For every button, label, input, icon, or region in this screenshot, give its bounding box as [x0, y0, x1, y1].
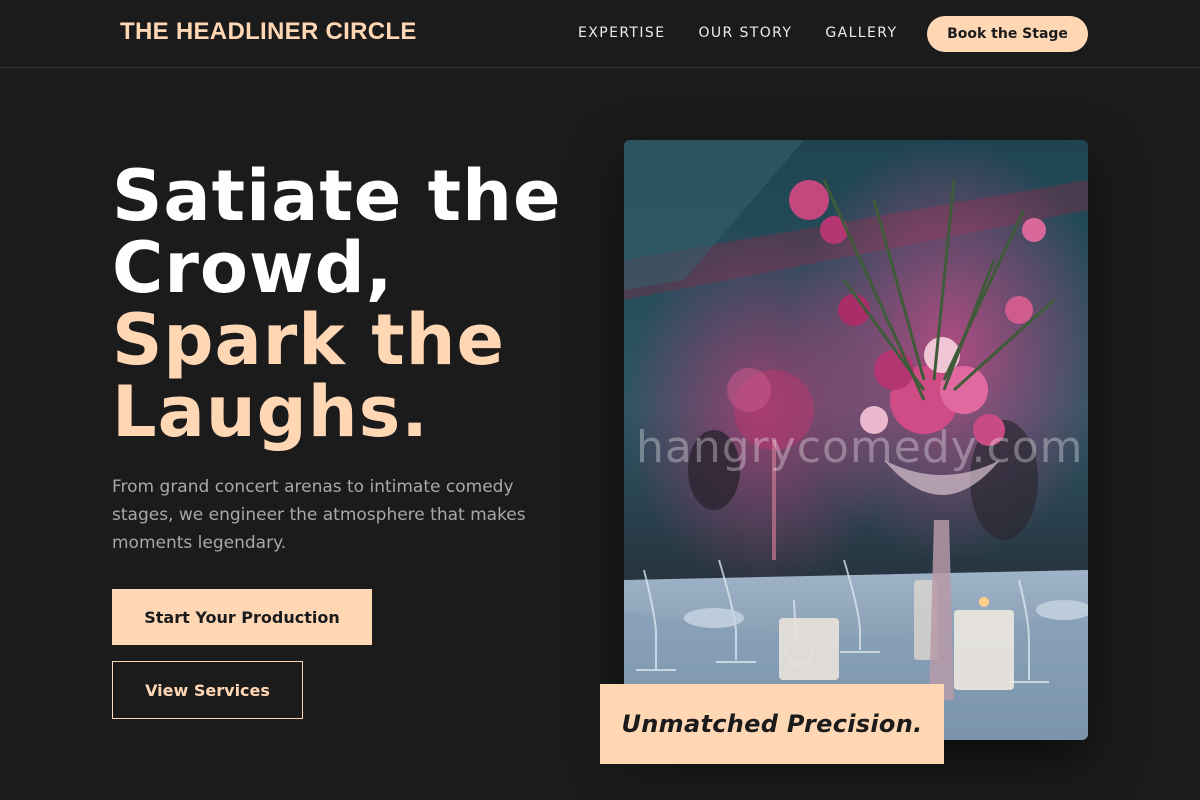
hero-headline: Satiate the Crowd, Spark the Laughs.: [112, 160, 592, 448]
top-navigation: THE HEADLINER CIRCLE EXPERTISE OUR STORY…: [0, 0, 1200, 68]
headline-accent-line-2: Laughs.: [112, 371, 429, 453]
caption-text: Unmatched Precision.: [621, 710, 923, 738]
headline-line-1: Satiate the: [112, 155, 562, 237]
nav-link-expertise[interactable]: EXPERTISE: [578, 25, 665, 41]
book-the-stage-button[interactable]: Book the Stage: [927, 16, 1088, 52]
view-services-button[interactable]: View Services: [112, 661, 303, 719]
headline-line-2: Crowd,: [112, 227, 394, 309]
start-your-production-button[interactable]: Start Your Production: [112, 589, 372, 645]
watermark-text: hangrycomedy.com: [636, 422, 1084, 473]
nav-link-gallery[interactable]: GALLERY: [825, 25, 897, 41]
headline-accent-line-1: Spark the: [112, 299, 505, 381]
hero-description: From grand concert arenas to intimate co…: [112, 477, 526, 553]
brand-logo-text[interactable]: THE HEADLINER CIRCLE: [120, 18, 417, 46]
nav-link-our-story[interactable]: OUR STORY: [698, 25, 792, 41]
caption-card: Unmatched Precision.: [600, 684, 944, 764]
nav-links: EXPERTISE OUR STORY GALLERY: [578, 25, 930, 41]
hero-event-photo: hangrycomedy.com: [624, 140, 1088, 740]
